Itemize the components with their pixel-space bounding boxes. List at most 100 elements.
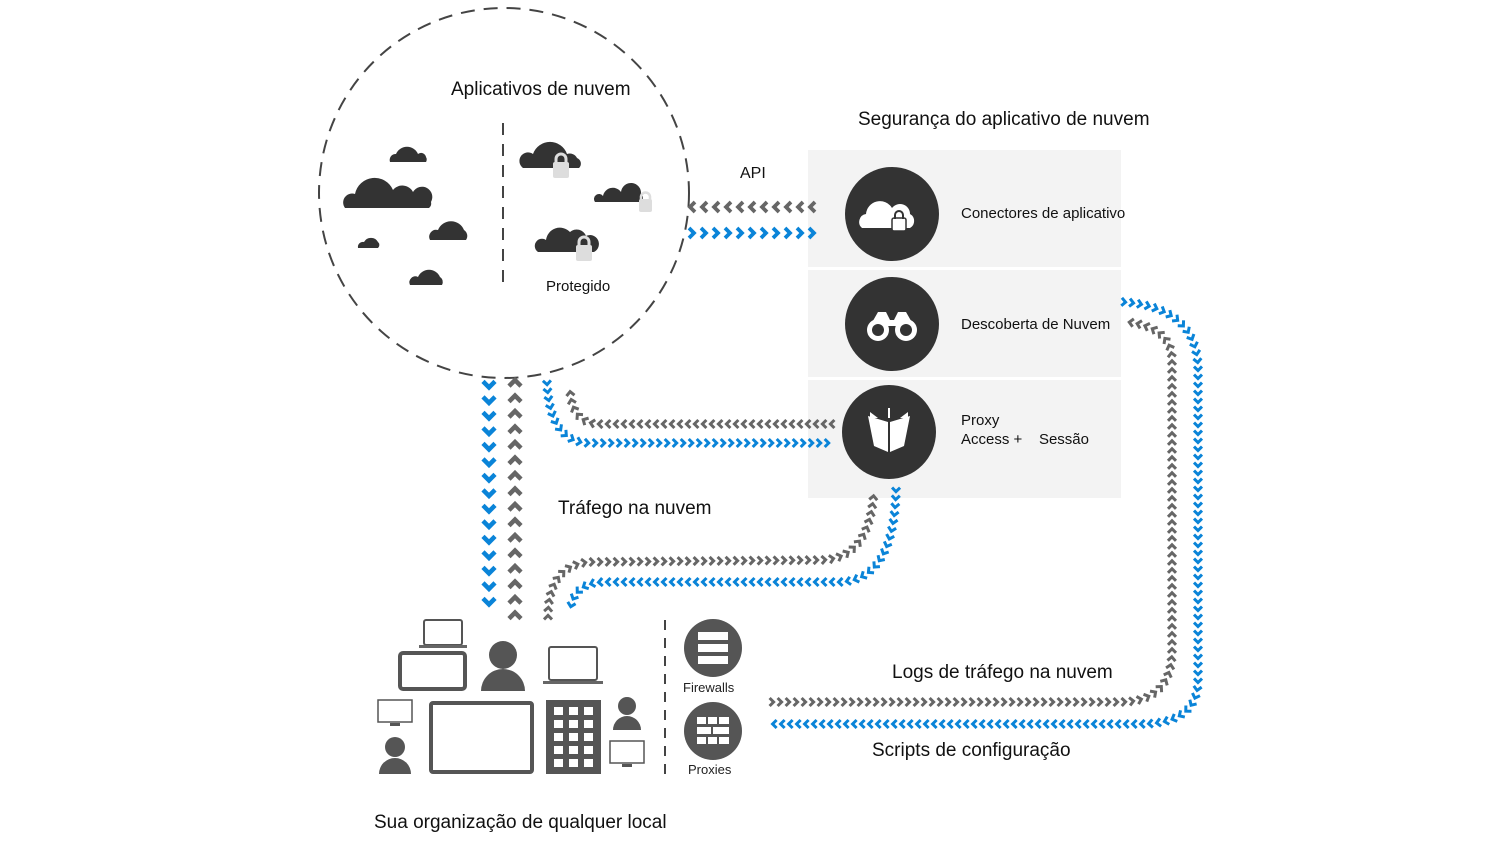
chevron-icon (1192, 677, 1204, 685)
chevron-icon (588, 578, 597, 589)
chevron-icon (507, 578, 523, 590)
chevron-icon (976, 696, 984, 708)
chevron-icon (740, 576, 748, 588)
chevron-icon (1166, 358, 1178, 366)
proxy-circle (842, 385, 936, 479)
chevron-icon (780, 418, 788, 430)
chevron-icon (684, 418, 692, 430)
chevron-icon (1192, 629, 1204, 637)
proxies-label: Proxies (688, 762, 732, 777)
chevron-icon (842, 549, 850, 559)
chevron-icon (827, 554, 836, 565)
protected-label: Protegido (546, 278, 611, 295)
chevron-icon (1154, 717, 1162, 728)
chevron-icon (778, 718, 786, 730)
chevron-icon (874, 718, 882, 730)
chevron-icon (1192, 389, 1204, 397)
chevron-icon (764, 576, 772, 588)
chevron-icon (880, 547, 890, 556)
chevron-icon (796, 418, 804, 430)
chevron-icon (1166, 542, 1178, 550)
chevron-icon (1166, 422, 1178, 430)
chevron-icon (631, 437, 639, 449)
chevron-icon (922, 718, 930, 730)
chevron-icon (772, 418, 780, 430)
proxy-access-label: Access + Sessão (961, 431, 1089, 448)
chevron-icon (1074, 718, 1082, 730)
chevron-icon (1163, 670, 1173, 679)
user-icon (618, 697, 636, 715)
chevron-icon (507, 593, 523, 605)
chevron-icon (1166, 438, 1178, 446)
cloud-discovery-label: Descoberta de Nuvem (961, 316, 1111, 333)
cloud-icons-unprotected (343, 146, 468, 285)
chevron-icon (644, 556, 652, 567)
chevron-icon (668, 556, 676, 567)
chevron-icon (1128, 696, 1136, 707)
org-devices (377, 619, 645, 774)
chevron-icon (1171, 314, 1180, 323)
chevron-icon (853, 539, 862, 547)
chevron-icon (708, 576, 716, 588)
chevron-icon (872, 561, 881, 569)
chevron-icon (978, 718, 986, 730)
chevron-icon (1080, 696, 1088, 708)
chevron-icon (481, 550, 497, 562)
chevron-icon (1192, 493, 1204, 501)
lock-icon (639, 199, 652, 212)
lock-icon (576, 245, 592, 261)
chevron-icon (938, 718, 946, 730)
chevron-icon (687, 226, 697, 240)
chevron-icon (507, 469, 523, 481)
chevron-icon (604, 576, 612, 588)
chevron-icon (1192, 429, 1204, 437)
chevron-icon (1142, 321, 1151, 332)
chevron-icon (930, 718, 938, 730)
chevron-icon (867, 501, 878, 510)
chevron-icon (743, 437, 751, 449)
chevron-icon (1002, 718, 1010, 730)
chevron-icon (1018, 718, 1026, 730)
chevron-icon (796, 555, 804, 566)
chevron-icon (1120, 696, 1128, 708)
chevron-icon (507, 438, 523, 450)
chevron-icon (1056, 696, 1064, 708)
chevron-icon (687, 437, 695, 449)
chevron-icon (984, 696, 992, 708)
chevron-icon (848, 545, 856, 553)
chevron-icon (692, 418, 700, 430)
user-icon (489, 641, 517, 669)
chevron-icon (596, 556, 604, 567)
chevron-icon (572, 560, 580, 570)
chevron-icon (1192, 541, 1204, 549)
chevron-icon (1165, 662, 1176, 671)
chevron-icon (567, 433, 576, 443)
chevron-icon (660, 418, 668, 430)
chevron-icon (861, 525, 871, 533)
chevron-icon (716, 555, 724, 566)
chevron-icon (1192, 653, 1204, 661)
chevron-icon (588, 556, 596, 568)
chevron-icon (552, 575, 561, 584)
chevron-icon (835, 552, 844, 562)
chevron-icon (820, 576, 828, 588)
chevron-icon (1192, 421, 1204, 429)
chevron-icon (481, 596, 497, 608)
chevron-icon (1166, 478, 1178, 486)
chevron-icon (866, 718, 874, 730)
chevron-icon (1192, 437, 1204, 445)
chevron-icon (507, 531, 523, 543)
chevron-icon (756, 418, 764, 430)
lock-icon (553, 162, 569, 178)
chevron-icon (481, 503, 497, 515)
chevron-icon (1096, 696, 1104, 708)
proxy-label: Proxy (961, 412, 1000, 429)
chevron-icon (612, 576, 620, 588)
chevron-icon (708, 418, 716, 430)
chevron-icon (1040, 696, 1048, 708)
chevron-icon (545, 589, 556, 598)
chevron-icon (1166, 414, 1178, 422)
chevron-icon (1192, 557, 1204, 565)
chevron-icon (548, 582, 558, 591)
chevron-icon (1166, 590, 1178, 598)
